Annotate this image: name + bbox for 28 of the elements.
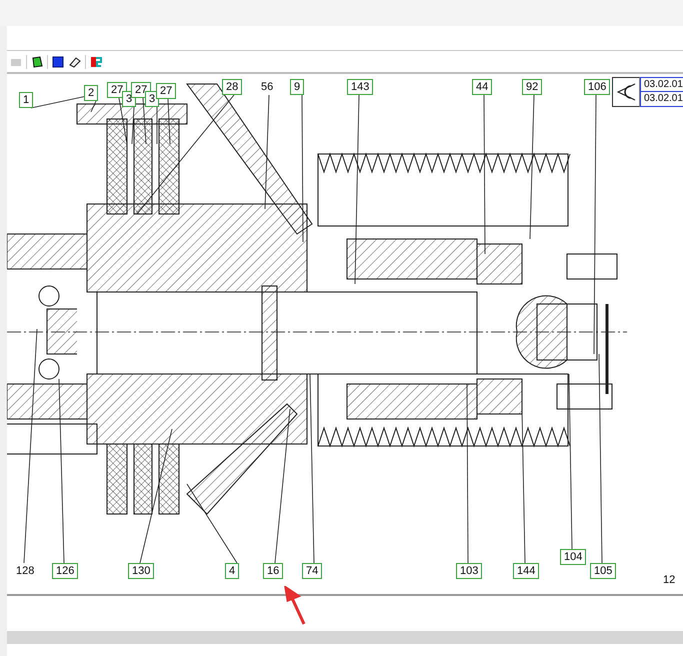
part-number-label: 106 (584, 79, 610, 95)
part-number-label: 27 (156, 83, 176, 99)
view-code: 03.02.01 (643, 92, 683, 105)
part-number-label: 104 (560, 549, 586, 565)
part-number-label: 28 (222, 79, 242, 95)
part-number-label: 103 (456, 563, 482, 579)
eraser-icon[interactable] (68, 54, 82, 68)
part-number-label: 44 (472, 79, 492, 95)
part-number-label: 126 (52, 563, 78, 579)
part-number-label: 130 (128, 563, 154, 579)
part-number-label: 144 (513, 563, 540, 579)
part-number-label: 1 (19, 92, 34, 108)
part-number-label: 12 (662, 573, 676, 588)
pointer-arrow-icon (284, 586, 308, 626)
part-number-label: 143 (347, 79, 374, 95)
part-number-label: 4 (225, 563, 240, 579)
part-number-label: 128 (15, 564, 36, 579)
part-number-label: 16 (263, 563, 284, 579)
part-number-label: 74 (302, 563, 322, 579)
part-number-label: 105 (590, 563, 616, 579)
part-number-label: 9 (290, 79, 304, 95)
grid-icon[interactable] (51, 54, 65, 68)
view-code: 03.02.01 (641, 78, 683, 92)
part-number-label: 92 (522, 79, 542, 95)
part-number-label: 56 (260, 80, 274, 95)
part-number-label: 2 (84, 85, 98, 101)
book-icon[interactable] (30, 54, 44, 68)
export-icon[interactable] (89, 54, 103, 68)
